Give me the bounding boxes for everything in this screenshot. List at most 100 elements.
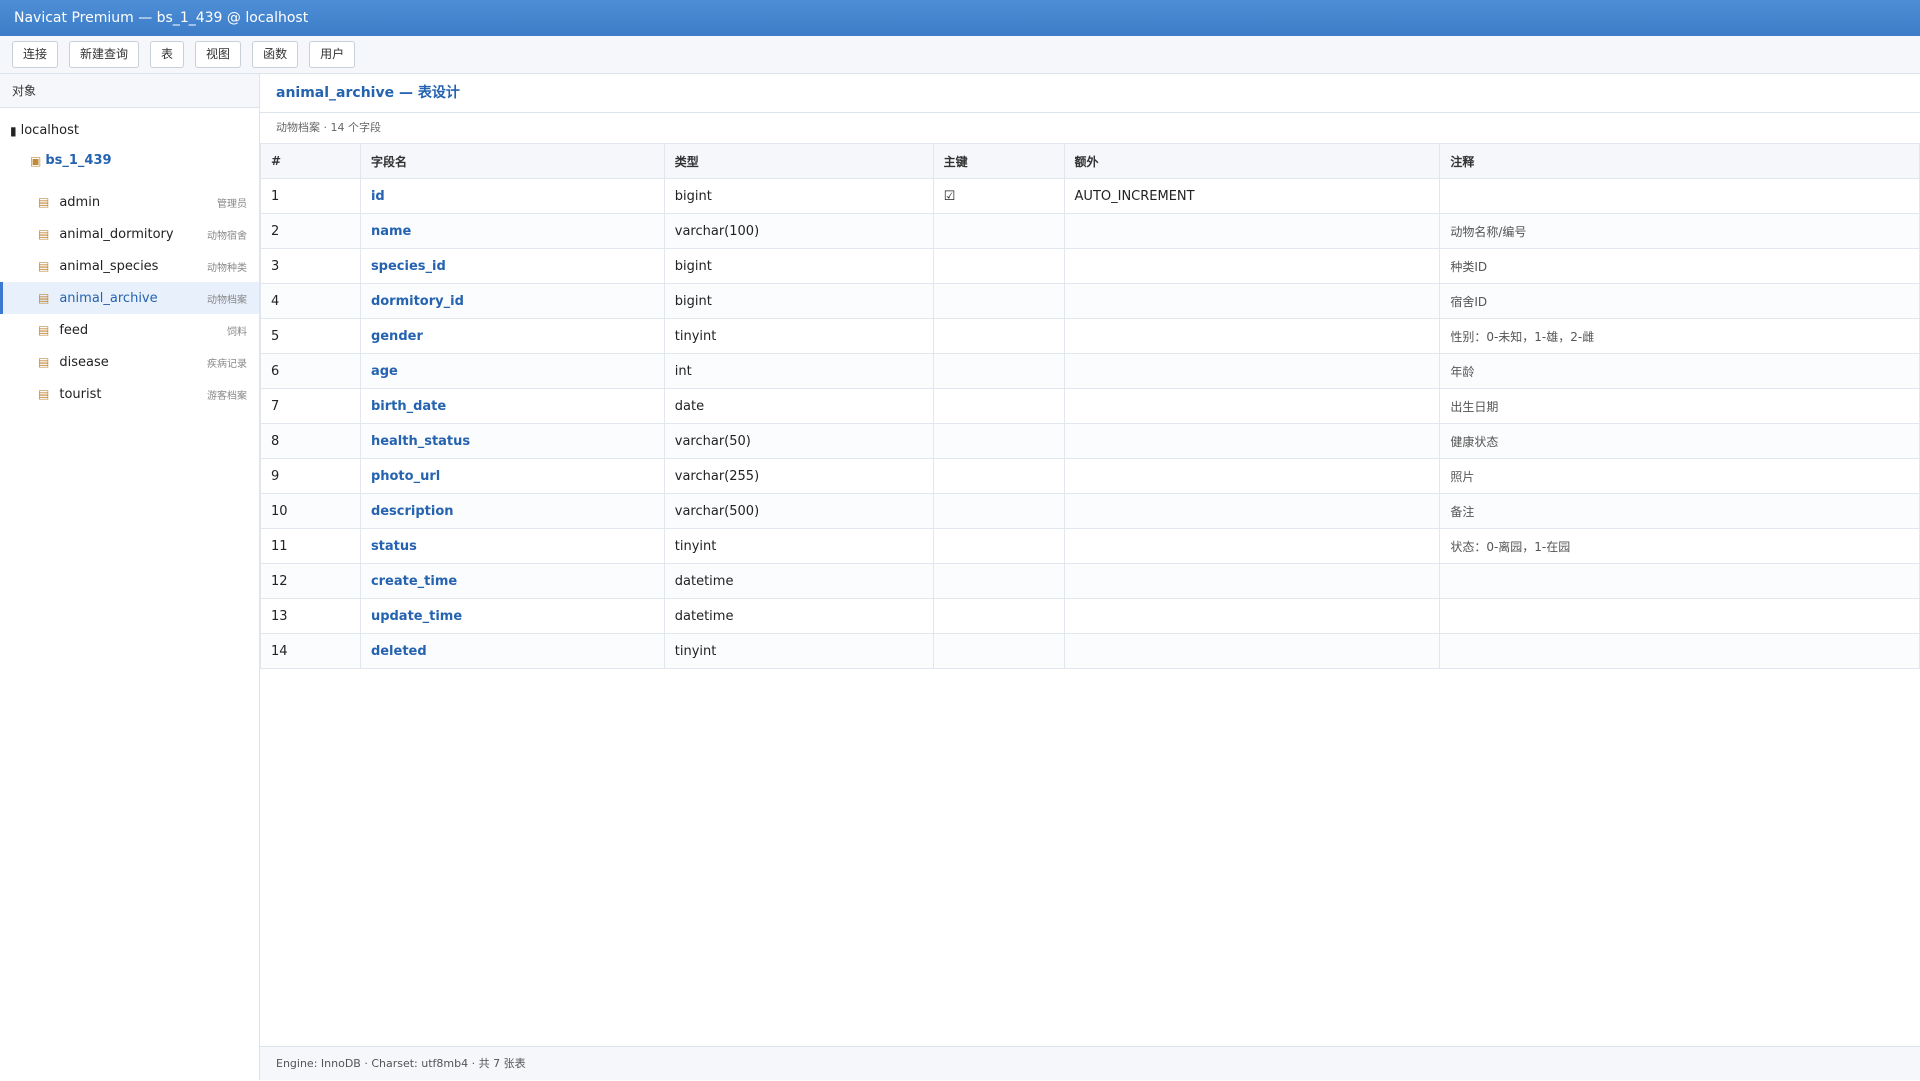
extra-cell	[1063, 633, 1441, 669]
extra-cell	[1063, 283, 1441, 319]
field-name: id	[359, 178, 665, 214]
table-icon: ▤	[38, 259, 50, 273]
primary-key-cell	[932, 388, 1065, 424]
field-table: # 字段名 类型 主键 额外 注释 1 id bigint ☑ AUTO_INCREMENT 2 na…	[260, 143, 1920, 669]
view-button[interactable]: 视图	[195, 41, 242, 68]
column-header[interactable]: 注释	[1439, 143, 1920, 179]
table-row[interactable]: 9 photo_url varchar(255) 照片	[260, 458, 1920, 494]
table-row[interactable]: 11 status tinyint 状态：0-离园，1-在园	[260, 528, 1920, 564]
extra-cell	[1063, 213, 1441, 249]
table-row[interactable]: 1 id bigint ☑ AUTO_INCREMENT	[260, 178, 1920, 214]
field-name: deleted	[359, 633, 665, 669]
field-name: gender	[359, 318, 665, 354]
table-row[interactable]: 13 update_time datetime	[260, 598, 1920, 634]
extra-cell	[1063, 353, 1441, 389]
comment-cell: 健康状态	[1439, 423, 1920, 459]
function-button[interactable]: 函数	[252, 41, 299, 68]
row-number: 10	[260, 493, 361, 529]
window-title: Navicat Premium — bs_1_439 @ localhost	[0, 0, 1920, 36]
comment-cell: 年龄	[1439, 353, 1920, 389]
column-header[interactable]: 字段名	[359, 143, 665, 179]
table-icon: ▤	[38, 227, 50, 241]
field-name: dormitory_id	[359, 283, 665, 319]
sidebar-item-animal-archive[interactable]: ▤ animal_archive 动物档案	[0, 282, 259, 314]
table-button[interactable]: 表	[150, 41, 185, 68]
server-icon: ▮	[10, 124, 17, 138]
column-header[interactable]: 额外	[1063, 143, 1441, 179]
sidebar-item-animal-species[interactable]: ▤ animal_species 动物种类	[0, 250, 259, 282]
field-type: varchar(100)	[663, 213, 934, 249]
field-name: birth_date	[359, 388, 665, 424]
sidebar-item-tourist[interactable]: ▤ tourist 游客档案	[0, 378, 259, 410]
primary-key-cell	[932, 213, 1065, 249]
table-row[interactable]: 14 deleted tinyint	[260, 633, 1920, 669]
extra-cell	[1063, 423, 1441, 459]
sidebar-item-disease[interactable]: ▤ disease 疾病记录	[0, 346, 259, 378]
user-button[interactable]: 用户	[309, 41, 356, 68]
sidebar-item-comment: 饲料	[227, 326, 247, 338]
status-bar: Engine: InnoDB · Charset: utf8mb4 · 共 7 …	[260, 1046, 1920, 1080]
row-number: 14	[260, 633, 361, 669]
comment-cell: 宿舍ID	[1439, 283, 1920, 319]
sidebar-header: 对象	[0, 74, 259, 108]
table-icon: ▤	[38, 195, 50, 209]
table-row[interactable]: 2 name varchar(100) 动物名称/编号	[260, 213, 1920, 249]
column-header[interactable]: 主键	[932, 143, 1065, 179]
connect-button[interactable]: 连接	[12, 41, 59, 68]
field-name: photo_url	[359, 458, 665, 494]
new-query-button[interactable]: 新建查询	[69, 41, 140, 68]
extra-cell	[1063, 388, 1441, 424]
sidebar-item-label: tourist	[59, 386, 102, 402]
table-row[interactable]: 4 dormitory_id bigint 宿舍ID	[260, 283, 1920, 319]
sidebar-item-admin[interactable]: ▤ admin 管理员	[0, 186, 259, 218]
table-subinfo: 动物档案 · 14 个字段	[276, 121, 381, 134]
tree-host-localhost[interactable]: ▮ localhost	[0, 116, 259, 146]
primary-key-cell	[932, 563, 1065, 599]
sidebar-item-label: animal_species	[59, 258, 159, 274]
primary-key-cell[interactable]: ☑	[932, 178, 1065, 214]
table-row[interactable]: 7 birth_date date 出生日期	[260, 388, 1920, 424]
field-type: tinyint	[663, 528, 934, 564]
field-type: bigint	[663, 283, 934, 319]
column-header[interactable]: #	[260, 143, 361, 179]
table-row[interactable]: 8 health_status varchar(50) 健康状态	[260, 423, 1920, 459]
sidebar-item-feed[interactable]: ▤ feed 饲料	[0, 314, 259, 346]
table-row[interactable]: 5 gender tinyint 性别：0-未知，1-雄，2-雌	[260, 318, 1920, 354]
table-row[interactable]: 6 age int 年龄	[260, 353, 1920, 389]
comment-cell: 备注	[1439, 493, 1920, 529]
field-name: description	[359, 493, 665, 529]
row-number: 3	[260, 248, 361, 284]
row-number: 12	[260, 563, 361, 599]
field-type: bigint	[663, 248, 934, 284]
sidebar-item-label: animal_dormitory	[59, 226, 174, 242]
comment-cell	[1439, 563, 1920, 599]
tree-database[interactable]: ▣ bs_1_439	[0, 146, 259, 176]
field-type: int	[663, 353, 934, 389]
host-label: localhost	[20, 123, 79, 138]
sidebar-item-label: feed	[59, 322, 89, 338]
row-number: 13	[260, 598, 361, 634]
field-name: name	[359, 213, 665, 249]
table-icon: ▤	[38, 355, 50, 369]
comment-cell	[1439, 633, 1920, 669]
toolbar: 连接 新建查询 表 视图 函数 用户	[0, 36, 1920, 74]
table-row[interactable]: 12 create_time datetime	[260, 563, 1920, 599]
extra-cell: AUTO_INCREMENT	[1063, 178, 1441, 214]
comment-cell: 状态：0-离园，1-在园	[1439, 528, 1920, 564]
field-type: datetime	[663, 598, 934, 634]
extra-cell	[1063, 528, 1441, 564]
column-header[interactable]: 类型	[663, 143, 934, 179]
comment-cell: 出生日期	[1439, 388, 1920, 424]
primary-key-cell	[932, 353, 1065, 389]
comment-cell	[1439, 598, 1920, 634]
field-type: varchar(500)	[663, 493, 934, 529]
table-row[interactable]: 3 species_id bigint 种类ID	[260, 248, 1920, 284]
row-number: 6	[260, 353, 361, 389]
table-row[interactable]: 10 description varchar(500) 备注	[260, 493, 1920, 529]
sidebar-item-animal-dormitory[interactable]: ▤ animal_dormitory 动物宿舍	[0, 218, 259, 250]
object-sidebar: 对象 ▮ localhost ▣ bs_1_439 ▤ admin 管理员 ▤ anim…	[0, 74, 260, 1080]
sidebar-item-comment: 动物种类	[207, 262, 247, 274]
primary-key-cell	[932, 633, 1065, 669]
primary-key-cell	[932, 528, 1065, 564]
row-number: 9	[260, 458, 361, 494]
